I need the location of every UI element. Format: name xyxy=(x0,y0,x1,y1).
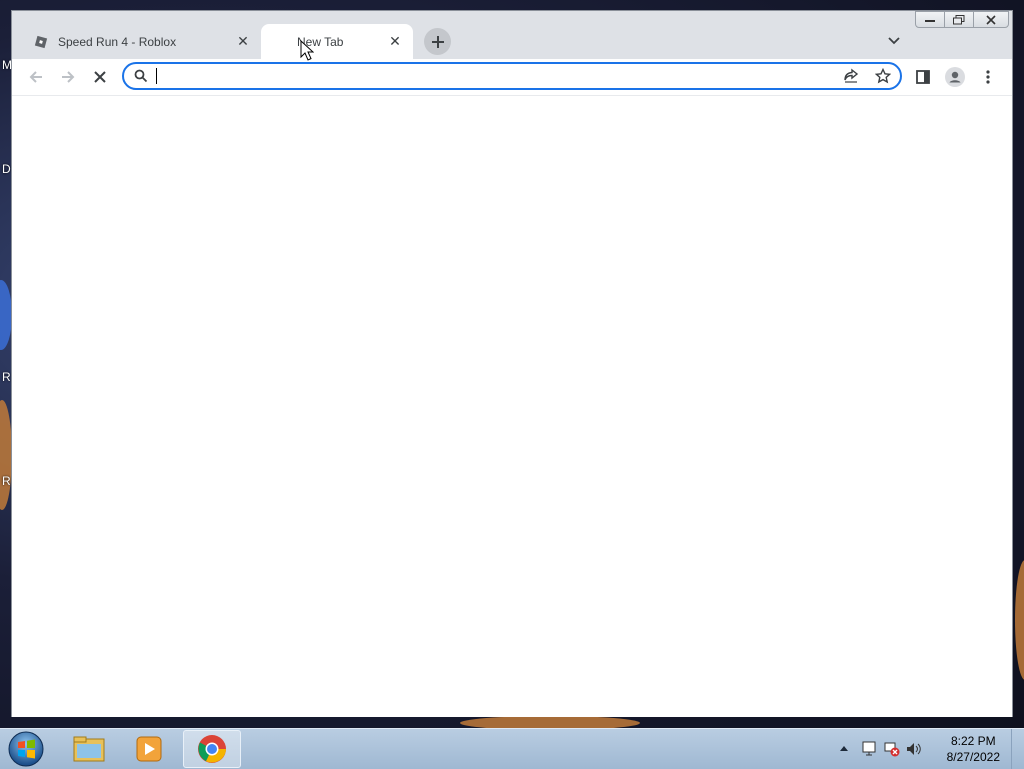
clock-date: 8/27/2022 xyxy=(946,750,1000,764)
maximize-button[interactable] xyxy=(944,11,974,28)
roblox-icon xyxy=(34,35,48,48)
chevron-down-icon xyxy=(888,37,900,45)
bookmark-star-icon[interactable] xyxy=(875,68,891,84)
arrow-right-icon xyxy=(62,71,75,83)
page-content xyxy=(12,95,1012,717)
desktop-icon-label[interactable]: R xyxy=(2,370,11,384)
toolbar xyxy=(12,59,1012,95)
taskbar-chrome[interactable] xyxy=(183,730,241,768)
minimize-button[interactable] xyxy=(915,11,945,28)
system-clock[interactable]: 8:22 PM 8/27/2022 xyxy=(947,733,1000,765)
side-panel-icon xyxy=(916,70,930,84)
desktop-icon-label[interactable]: D xyxy=(2,162,11,176)
taskbar: 8:22 PM 8/27/2022 xyxy=(0,728,1024,769)
more-vert-icon xyxy=(986,70,990,84)
new-tab-button[interactable] xyxy=(424,28,451,55)
windows-logo-icon xyxy=(8,731,44,767)
close-tab-icon[interactable]: ✕ xyxy=(235,33,251,50)
plus-icon xyxy=(431,35,444,48)
action-center-icon[interactable] xyxy=(862,741,876,757)
close-window-button[interactable] xyxy=(973,11,1009,28)
start-button[interactable] xyxy=(6,729,46,769)
file-explorer-icon xyxy=(73,736,105,762)
side-panel-button[interactable] xyxy=(909,63,937,91)
menu-button[interactable] xyxy=(974,63,1002,91)
wallpaper-art xyxy=(1015,560,1024,680)
system-tray: 8:22 PM 8/27/2022 xyxy=(834,729,1024,769)
taskbar-media-player[interactable] xyxy=(120,730,178,768)
text-caret xyxy=(156,68,157,84)
restore-icon xyxy=(953,14,965,24)
tab-search-button[interactable] xyxy=(884,31,904,51)
arrow-left-icon xyxy=(29,71,42,83)
mouse-pointer-icon xyxy=(300,40,314,61)
close-icon xyxy=(94,71,106,83)
volume-icon[interactable] xyxy=(906,741,922,757)
minimize-icon xyxy=(925,19,935,22)
share-icon[interactable] xyxy=(843,68,859,84)
media-player-icon xyxy=(136,736,162,762)
avatar-icon xyxy=(945,67,965,87)
stop-loading-button[interactable] xyxy=(86,63,114,91)
taskbar-file-explorer[interactable] xyxy=(60,730,118,768)
show-hidden-icons-icon[interactable] xyxy=(840,745,848,751)
tab-strip: Speed Run 4 - Roblox ✕ New Tab ✕ xyxy=(12,11,1012,59)
show-desktop-button[interactable] xyxy=(1011,729,1024,769)
clock-time: 8:22 PM xyxy=(950,734,996,748)
network-disconnected-icon[interactable] xyxy=(884,741,900,757)
back-button[interactable] xyxy=(22,63,50,91)
browser-window: Speed Run 4 - Roblox ✕ New Tab ✕ xyxy=(11,10,1013,717)
address-input[interactable] xyxy=(156,66,810,88)
profile-button[interactable] xyxy=(941,63,969,91)
chrome-icon xyxy=(198,735,226,763)
forward-button[interactable] xyxy=(54,63,82,91)
close-tab-icon[interactable]: ✕ xyxy=(387,33,403,50)
tab-title: Speed Run 4 - Roblox xyxy=(58,34,177,49)
search-icon xyxy=(134,69,148,83)
desktop-icon-label[interactable]: R xyxy=(2,474,11,488)
address-bar[interactable] xyxy=(122,62,902,90)
close-icon xyxy=(986,14,996,25)
tab-new-tab[interactable]: New Tab ✕ xyxy=(261,24,413,59)
tab-speed-run[interactable]: Speed Run 4 - Roblox ✕ xyxy=(14,24,261,59)
